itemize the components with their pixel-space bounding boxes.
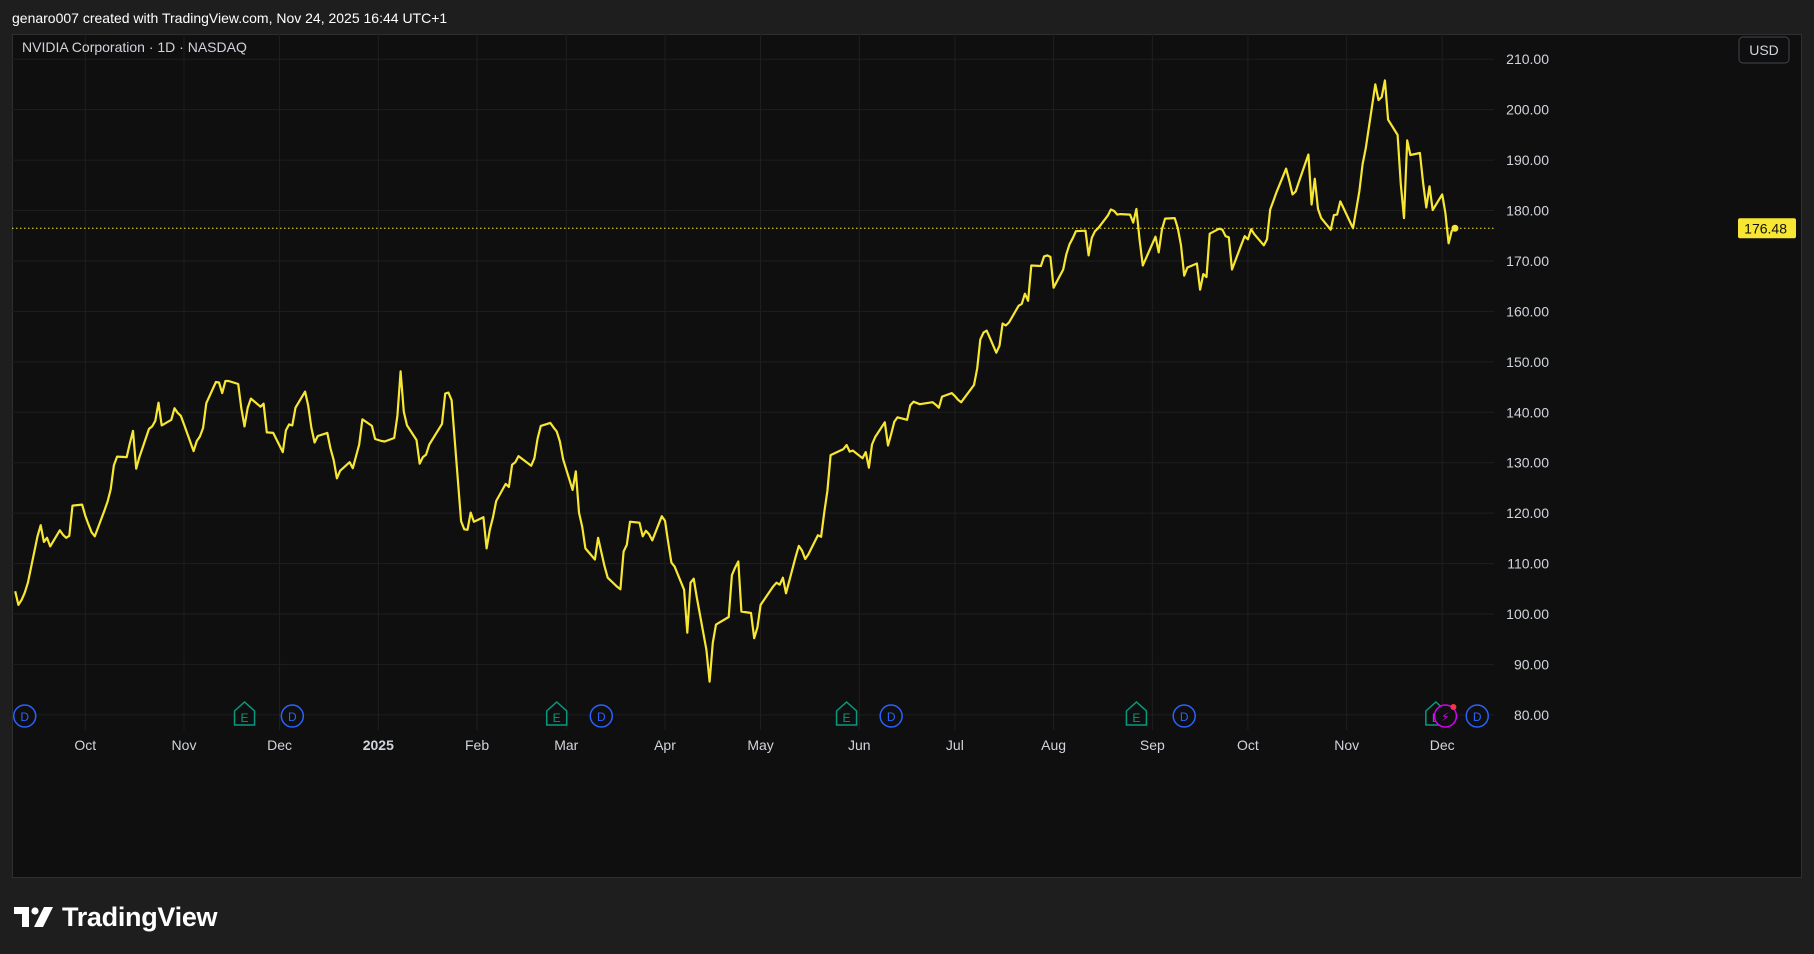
dividend-event-marker[interactable]: D (589, 704, 614, 728)
time-tick-label: Jun (848, 737, 871, 753)
price-axis: 210.00 200.00 190.00 180.00 170.00 160.00 150.… (1506, 51, 1549, 723)
time-tick-label: Oct (74, 737, 96, 753)
tradingview-logo-icon (14, 907, 53, 927)
tradingview-brand[interactable]: TradingView (14, 898, 218, 936)
price-tick-label: 200.00 (1506, 102, 1549, 118)
svg-text:E: E (843, 711, 851, 725)
price-tick-label: 160.00 (1506, 303, 1549, 319)
price-tick-label: 110.00 (1507, 556, 1549, 572)
time-tick-label: Jul (946, 737, 964, 753)
time-tick-label: Feb (465, 737, 489, 753)
svg-text:D: D (20, 710, 29, 724)
currency-label: USD (1749, 42, 1779, 58)
dividend-event-marker[interactable]: D (1465, 704, 1490, 728)
time-tick-label: May (747, 737, 773, 753)
price-tick-label: 150.00 (1506, 354, 1549, 370)
symbol-label: NVIDIA Corporation · 1D · NASDAQ (22, 39, 247, 55)
split-event-marker[interactable]: ⚡ (1433, 704, 1458, 728)
price-tick-label: 140.00 (1506, 404, 1549, 420)
time-tick-label: Dec (267, 737, 292, 753)
svg-text:D: D (887, 710, 896, 724)
dividend-event-marker[interactable]: D (12, 704, 37, 728)
price-series-line (14, 79, 1456, 683)
time-tick-label: Sep (1140, 737, 1165, 753)
dividend-event-marker[interactable]: D (1172, 704, 1196, 728)
price-tick-label: 170.00 (1506, 253, 1549, 269)
time-tick-label: Oct (1237, 737, 1259, 753)
price-tick-label: 100.00 (1506, 606, 1549, 622)
time-tick-label: Apr (654, 737, 676, 753)
svg-text:D: D (288, 710, 297, 724)
svg-text:D: D (1473, 710, 1482, 724)
earnings-event-marker[interactable]: E (835, 700, 858, 726)
earnings-event-marker[interactable]: E (545, 700, 568, 726)
dividend-event-marker[interactable]: D (879, 704, 903, 728)
price-tick-label: 130.00 (1506, 455, 1549, 471)
time-tick-label: Nov (172, 737, 197, 753)
dividend-event-marker[interactable]: D (280, 704, 305, 728)
time-tick-label: Nov (1334, 737, 1359, 753)
price-tick-label: 120.00 (1506, 505, 1549, 521)
price-tick-label: 210.00 (1506, 51, 1549, 67)
svg-text:D: D (597, 710, 606, 724)
earnings-event-marker[interactable]: E (1125, 700, 1148, 726)
svg-text:E: E (1132, 711, 1140, 725)
time-tick-label: Aug (1041, 737, 1066, 753)
brand-name: TradingView (62, 901, 218, 932)
time-axis: Oct Nov Dec 2025 Feb Mar Apr May Jun Jul Aug Sep Oct… (74, 737, 1454, 753)
price-tick-label: 180.00 (1506, 203, 1549, 219)
price-chart[interactable]: 210.00 200.00 190.00 180.00 170.00 160.00 150.… (12, 34, 1802, 878)
earnings-event-marker[interactable]: E (233, 700, 256, 726)
price-tick-label: 90.00 (1514, 656, 1549, 672)
last-price-text: 176.48 (1744, 220, 1787, 236)
svg-text:E: E (241, 711, 249, 725)
svg-text:⚡: ⚡ (1441, 710, 1449, 724)
chart-caption: genaro007 created with TradingView.com, … (12, 10, 448, 26)
svg-text:E: E (553, 711, 561, 725)
last-price-point (1451, 224, 1459, 232)
time-tick-label: 2025 (363, 737, 394, 753)
price-tick-label: 80.00 (1514, 707, 1549, 723)
time-tick-label: Mar (554, 737, 578, 753)
svg-text:D: D (1180, 710, 1189, 724)
currency-button[interactable]: USD (1738, 36, 1790, 64)
last-price-badge: 176.48 (1738, 218, 1796, 239)
time-tick-label: Dec (1430, 737, 1455, 753)
price-tick-label: 190.00 (1506, 152, 1549, 168)
